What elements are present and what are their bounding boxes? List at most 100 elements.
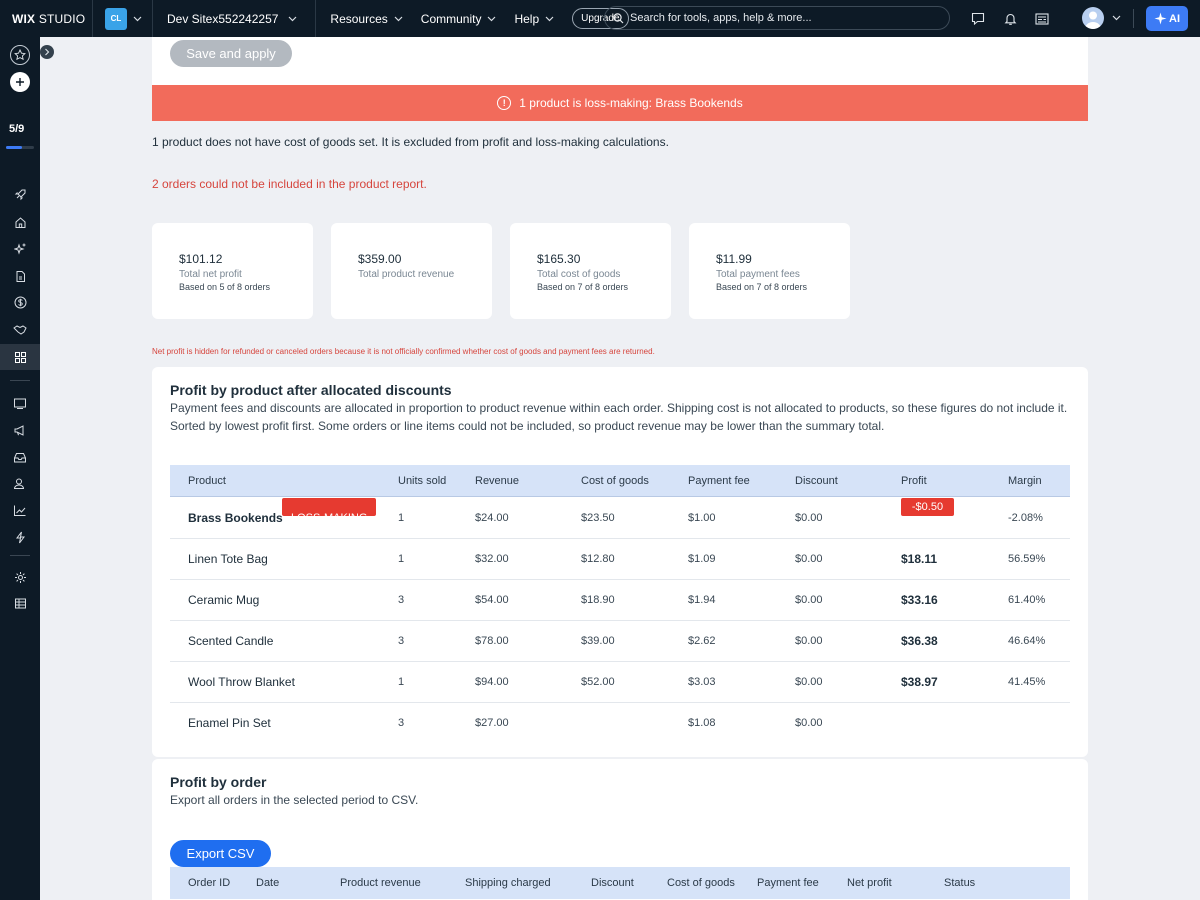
- notifications-bell-icon[interactable]: [994, 12, 1026, 26]
- save-and-apply-button[interactable]: Save and apply: [170, 40, 292, 67]
- wix-studio-logo[interactable]: WIX STUDIO: [0, 12, 92, 26]
- discount: $0.00: [795, 676, 823, 688]
- profit-by-product-panel: Profit by product after allocated discou…: [152, 367, 1088, 757]
- site-name: Dev Sitex552242257: [167, 11, 279, 26]
- cost-of-goods: $12.80: [581, 553, 615, 565]
- menu-resources[interactable]: Resources: [330, 12, 403, 26]
- setup-progress-text[interactable]: 5/9: [9, 123, 24, 135]
- table-row[interactable]: Wool Throw Blanket 1 $94.00 $52.00 $3.03…: [170, 662, 1070, 703]
- section-title: Profit by order: [170, 774, 267, 790]
- product-table-header: Product Units sold Revenue Cost of goods…: [170, 465, 1070, 497]
- workspace-switcher[interactable]: CL: [93, 0, 152, 37]
- margin: 46.64%: [1008, 635, 1046, 647]
- profit-by-order-panel: Profit by order Export all orders in the…: [152, 759, 1088, 900]
- summary-card-cost-of-goods: $165.30 Total cost of goods Based on 7 o…: [510, 223, 671, 319]
- units-sold: 1: [398, 676, 405, 688]
- units-sold: 3: [398, 717, 405, 729]
- column-header[interactable]: Cost of goods: [667, 867, 735, 899]
- column-header[interactable]: Status: [944, 867, 975, 899]
- column-header[interactable]: Revenue: [475, 465, 519, 497]
- units-sold: 1: [398, 512, 405, 524]
- top-bar: WIX STUDIO CL Dev Sitex552242257 Resourc…: [0, 0, 1200, 37]
- settings-gear-icon[interactable]: [10, 567, 30, 587]
- document-icon[interactable]: [10, 266, 30, 286]
- card-label: Total net profit: [179, 269, 242, 280]
- column-header[interactable]: Payment fee: [757, 867, 819, 899]
- contacts-icon[interactable]: [10, 473, 30, 493]
- column-header[interactable]: Net profit: [847, 867, 892, 899]
- card-value: $359.00: [358, 252, 402, 266]
- column-header[interactable]: Date: [256, 867, 279, 899]
- card-value: $11.99: [716, 252, 752, 266]
- table-row[interactable]: Brass Bookends LOSS-MAKING 1 $24.00 $23.…: [170, 498, 1070, 539]
- units-sold: 3: [398, 635, 405, 647]
- product-name: Scented Candle: [188, 634, 274, 648]
- menu-help[interactable]: Help: [514, 12, 554, 26]
- table-row[interactable]: Ceramic Mug 3 $54.00 $18.90 $1.94 $0.00 …: [170, 580, 1070, 621]
- chevron-down-icon: [545, 16, 554, 21]
- feedback-icon[interactable]: [962, 12, 994, 25]
- summary-card-payment-fees: $11.99 Total payment fees Based on 7 of …: [689, 223, 850, 319]
- product-name: Wool Throw Blanket: [188, 675, 295, 689]
- order-table-header: Order ID Date Product revenue Shipping c…: [170, 867, 1070, 899]
- loss-alert-banner: ! 1 product is loss-making: Brass Booken…: [152, 85, 1088, 121]
- ai-button[interactable]: AI: [1146, 6, 1188, 31]
- net-profit-hidden-note: Net profit is hidden for refunded or can…: [152, 347, 655, 356]
- alert-text: 1 product is loss-making: Brass Bookends: [519, 96, 743, 110]
- site-selector[interactable]: Dev Sitex552242257: [153, 0, 315, 37]
- column-header[interactable]: Order ID: [188, 867, 230, 899]
- search-bar[interactable]: Search for tools, apps, help & more...: [604, 6, 950, 30]
- product-name: Ceramic Mug: [188, 593, 260, 607]
- chevron-down-icon: [394, 16, 403, 21]
- column-header[interactable]: Payment fee: [688, 465, 750, 497]
- handshake-icon[interactable]: [10, 319, 30, 339]
- card-label: Total product revenue: [358, 269, 455, 280]
- revenue: $78.00: [475, 635, 509, 647]
- sparkle-icon: [1154, 12, 1167, 25]
- margin: 61.40%: [1008, 594, 1046, 606]
- column-header[interactable]: Discount: [795, 465, 838, 497]
- column-header[interactable]: Cost of goods: [581, 465, 649, 497]
- column-header[interactable]: Discount: [591, 867, 634, 899]
- payment-fee: $1.94: [688, 594, 716, 606]
- megaphone-icon[interactable]: [10, 420, 30, 440]
- column-header[interactable]: Product revenue: [340, 867, 421, 899]
- revenue: $32.00: [475, 553, 509, 565]
- payment-fee: $1.09: [688, 553, 716, 565]
- menu-community[interactable]: Community: [421, 12, 497, 26]
- alert-icon: !: [497, 96, 512, 110]
- profit: $36.38: [901, 634, 938, 648]
- left-sidebar: 5/9: [0, 37, 40, 900]
- revenue: $24.00: [475, 512, 509, 524]
- apps-icon[interactable]: [10, 347, 30, 367]
- column-header[interactable]: Shipping charged: [465, 867, 551, 899]
- margin: 56.59%: [1008, 553, 1046, 565]
- favorites-star-icon[interactable]: [10, 45, 30, 65]
- automation-icon[interactable]: [10, 527, 30, 547]
- table-row[interactable]: Enamel Pin Set 3 $27.00 $1.08 $0.00: [170, 703, 1070, 744]
- column-header[interactable]: Margin: [1008, 465, 1042, 497]
- column-header[interactable]: Profit: [901, 465, 927, 497]
- table-row[interactable]: Scented Candle 3 $78.00 $39.00 $2.62 $0.…: [170, 621, 1070, 662]
- column-header[interactable]: Product: [188, 465, 226, 497]
- sparkle-icon[interactable]: [10, 238, 30, 258]
- card-value: $101.12: [179, 252, 223, 266]
- home-icon[interactable]: [10, 212, 30, 232]
- website-icon[interactable]: [10, 393, 30, 413]
- rocket-icon[interactable]: [10, 184, 30, 204]
- add-icon[interactable]: [10, 72, 30, 92]
- table-row[interactable]: Linen Tote Bag 1 $32.00 $12.80 $1.09 $0.…: [170, 539, 1070, 580]
- inbox-icon[interactable]: [1026, 12, 1058, 25]
- section-description: Payment fees and discounts are allocated…: [170, 401, 1068, 433]
- table-icon[interactable]: [10, 593, 30, 613]
- export-csv-button[interactable]: Export CSV: [170, 840, 271, 867]
- product-name: Brass Bookends: [188, 511, 283, 525]
- dollar-icon[interactable]: [10, 292, 30, 312]
- account-menu[interactable]: [1082, 7, 1121, 29]
- analytics-icon[interactable]: [10, 500, 30, 520]
- column-header[interactable]: Units sold: [398, 465, 446, 497]
- workspace-badge: CL: [105, 7, 127, 30]
- inbox-tray-icon[interactable]: [10, 447, 30, 467]
- divider: [10, 380, 30, 381]
- card-label: Total payment fees: [716, 269, 800, 280]
